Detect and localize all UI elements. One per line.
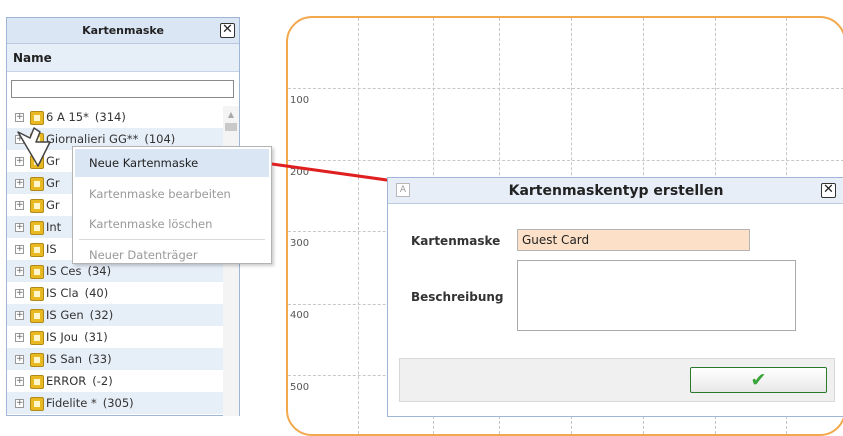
- description-label: Beschreibung: [411, 290, 504, 304]
- list-item[interactable]: + ERROR (-2): [7, 370, 223, 392]
- card-mask-icon: [30, 308, 44, 323]
- list-item[interactable]: + IS Gen (32): [7, 304, 223, 326]
- expand-icon[interactable]: +: [15, 377, 24, 386]
- panel-title: Kartenmaske: [7, 18, 239, 44]
- list-item-count: (305): [102, 396, 134, 410]
- expand-icon[interactable]: +: [15, 333, 24, 342]
- grid-line: [358, 18, 359, 434]
- card-mask-icon: [30, 264, 44, 279]
- list-item-label: Giornalieri GG**: [46, 132, 139, 146]
- menu-item-delete-card-mask[interactable]: Kartenmaske löschen: [73, 209, 271, 239]
- menu-item-edit-card-mask[interactable]: Kartenmaske bearbeiten: [73, 179, 271, 209]
- close-icon[interactable]: ✕: [220, 23, 235, 38]
- card-mask-icon: [30, 374, 44, 389]
- list-item-count: (31): [84, 330, 108, 344]
- list-item-label: 6 A 15*: [46, 110, 89, 124]
- create-card-mask-dialog: Kartenmaskentyp erstellen A ✕ Kartenmask…: [387, 177, 843, 417]
- expand-icon[interactable]: +: [15, 311, 24, 320]
- list-item-label: IS San: [46, 352, 82, 366]
- expand-icon[interactable]: +: [15, 223, 24, 232]
- expand-icon[interactable]: +: [15, 201, 24, 210]
- expand-icon[interactable]: +: [15, 399, 24, 408]
- list-item-label: IS Jou: [46, 330, 79, 344]
- menu-item-new-data-carrier[interactable]: Neuer Datenträger: [73, 240, 271, 270]
- ruler-label: 300: [290, 238, 310, 249]
- list-item-count: (40): [84, 286, 109, 300]
- list-item-label: Fidelite *: [46, 396, 97, 410]
- dialog-title: Kartenmaskentyp erstellen: [388, 178, 843, 204]
- close-icon[interactable]: ✕: [821, 183, 836, 198]
- grid-line: [288, 160, 843, 161]
- scroll-up-icon[interactable]: ▲: [223, 110, 239, 119]
- expand-icon[interactable]: +: [15, 289, 24, 298]
- list-item-label: Gr: [46, 176, 60, 190]
- list-item-label: Int: [46, 220, 62, 234]
- list-item-count: (104): [144, 132, 176, 146]
- expand-icon[interactable]: +: [15, 267, 24, 276]
- card-mask-icon: [30, 176, 44, 191]
- list-item-label: IS Cla: [46, 286, 79, 300]
- expand-icon[interactable]: +: [15, 179, 24, 188]
- ruler-label: 200: [290, 167, 310, 178]
- expand-icon[interactable]: +: [15, 113, 24, 122]
- list-item[interactable]: + Fidelite * (305): [7, 392, 223, 414]
- list-item-label: IS Gen: [46, 308, 84, 322]
- menu-item-new-card-mask[interactable]: Neue Kartenmaske: [75, 149, 269, 177]
- mouse-cursor-icon: [17, 127, 51, 167]
- confirm-button[interactable]: ✔: [690, 367, 827, 393]
- card-mask-name-input[interactable]: Guest Card: [517, 229, 750, 251]
- ruler-label: 100: [290, 95, 310, 106]
- context-menu: Neue Kartenmaske Kartenmaske bearbeiten …: [72, 146, 272, 264]
- list-item-label: Gr: [46, 198, 60, 212]
- card-mask-label: Kartenmaske: [411, 234, 501, 248]
- list-item-label: IS: [46, 242, 57, 256]
- card-mask-icon: [30, 242, 44, 257]
- card-mask-icon: [30, 110, 44, 125]
- grid-line: [288, 88, 843, 89]
- column-header-name[interactable]: Name: [7, 44, 239, 72]
- list-item-count: (32): [89, 308, 114, 322]
- card-mask-icon: [30, 396, 44, 411]
- ruler-label: 500: [290, 382, 310, 393]
- card-mask-icon: [30, 220, 44, 235]
- list-item[interactable]: + IS Cla (40): [7, 282, 223, 304]
- dialog-footer: ✔: [399, 358, 835, 402]
- list-item-label: ERROR: [46, 374, 87, 388]
- list-item[interactable]: + IS San (33): [7, 348, 223, 370]
- list-item-count: (33): [87, 352, 112, 366]
- list-item[interactable]: + IS Jou (31): [7, 326, 223, 348]
- expand-icon[interactable]: +: [15, 355, 24, 364]
- card-mask-icon: [30, 330, 44, 345]
- card-mask-icon: [30, 352, 44, 367]
- card-mask-icon: [30, 286, 44, 301]
- card-mask-icon: [30, 198, 44, 213]
- scroll-thumb[interactable]: [225, 123, 237, 131]
- description-textarea[interactable]: [517, 260, 796, 331]
- list-item-count: (-2): [92, 374, 113, 388]
- app-icon: A: [396, 183, 410, 197]
- filter-input[interactable]: [11, 80, 234, 98]
- list-item[interactable]: +6 A 15* (314): [7, 106, 223, 128]
- expand-icon[interactable]: +: [15, 245, 24, 254]
- checkmark-icon: ✔: [750, 369, 767, 391]
- list-item-count: (314): [94, 110, 126, 124]
- ruler-label: 400: [290, 310, 310, 321]
